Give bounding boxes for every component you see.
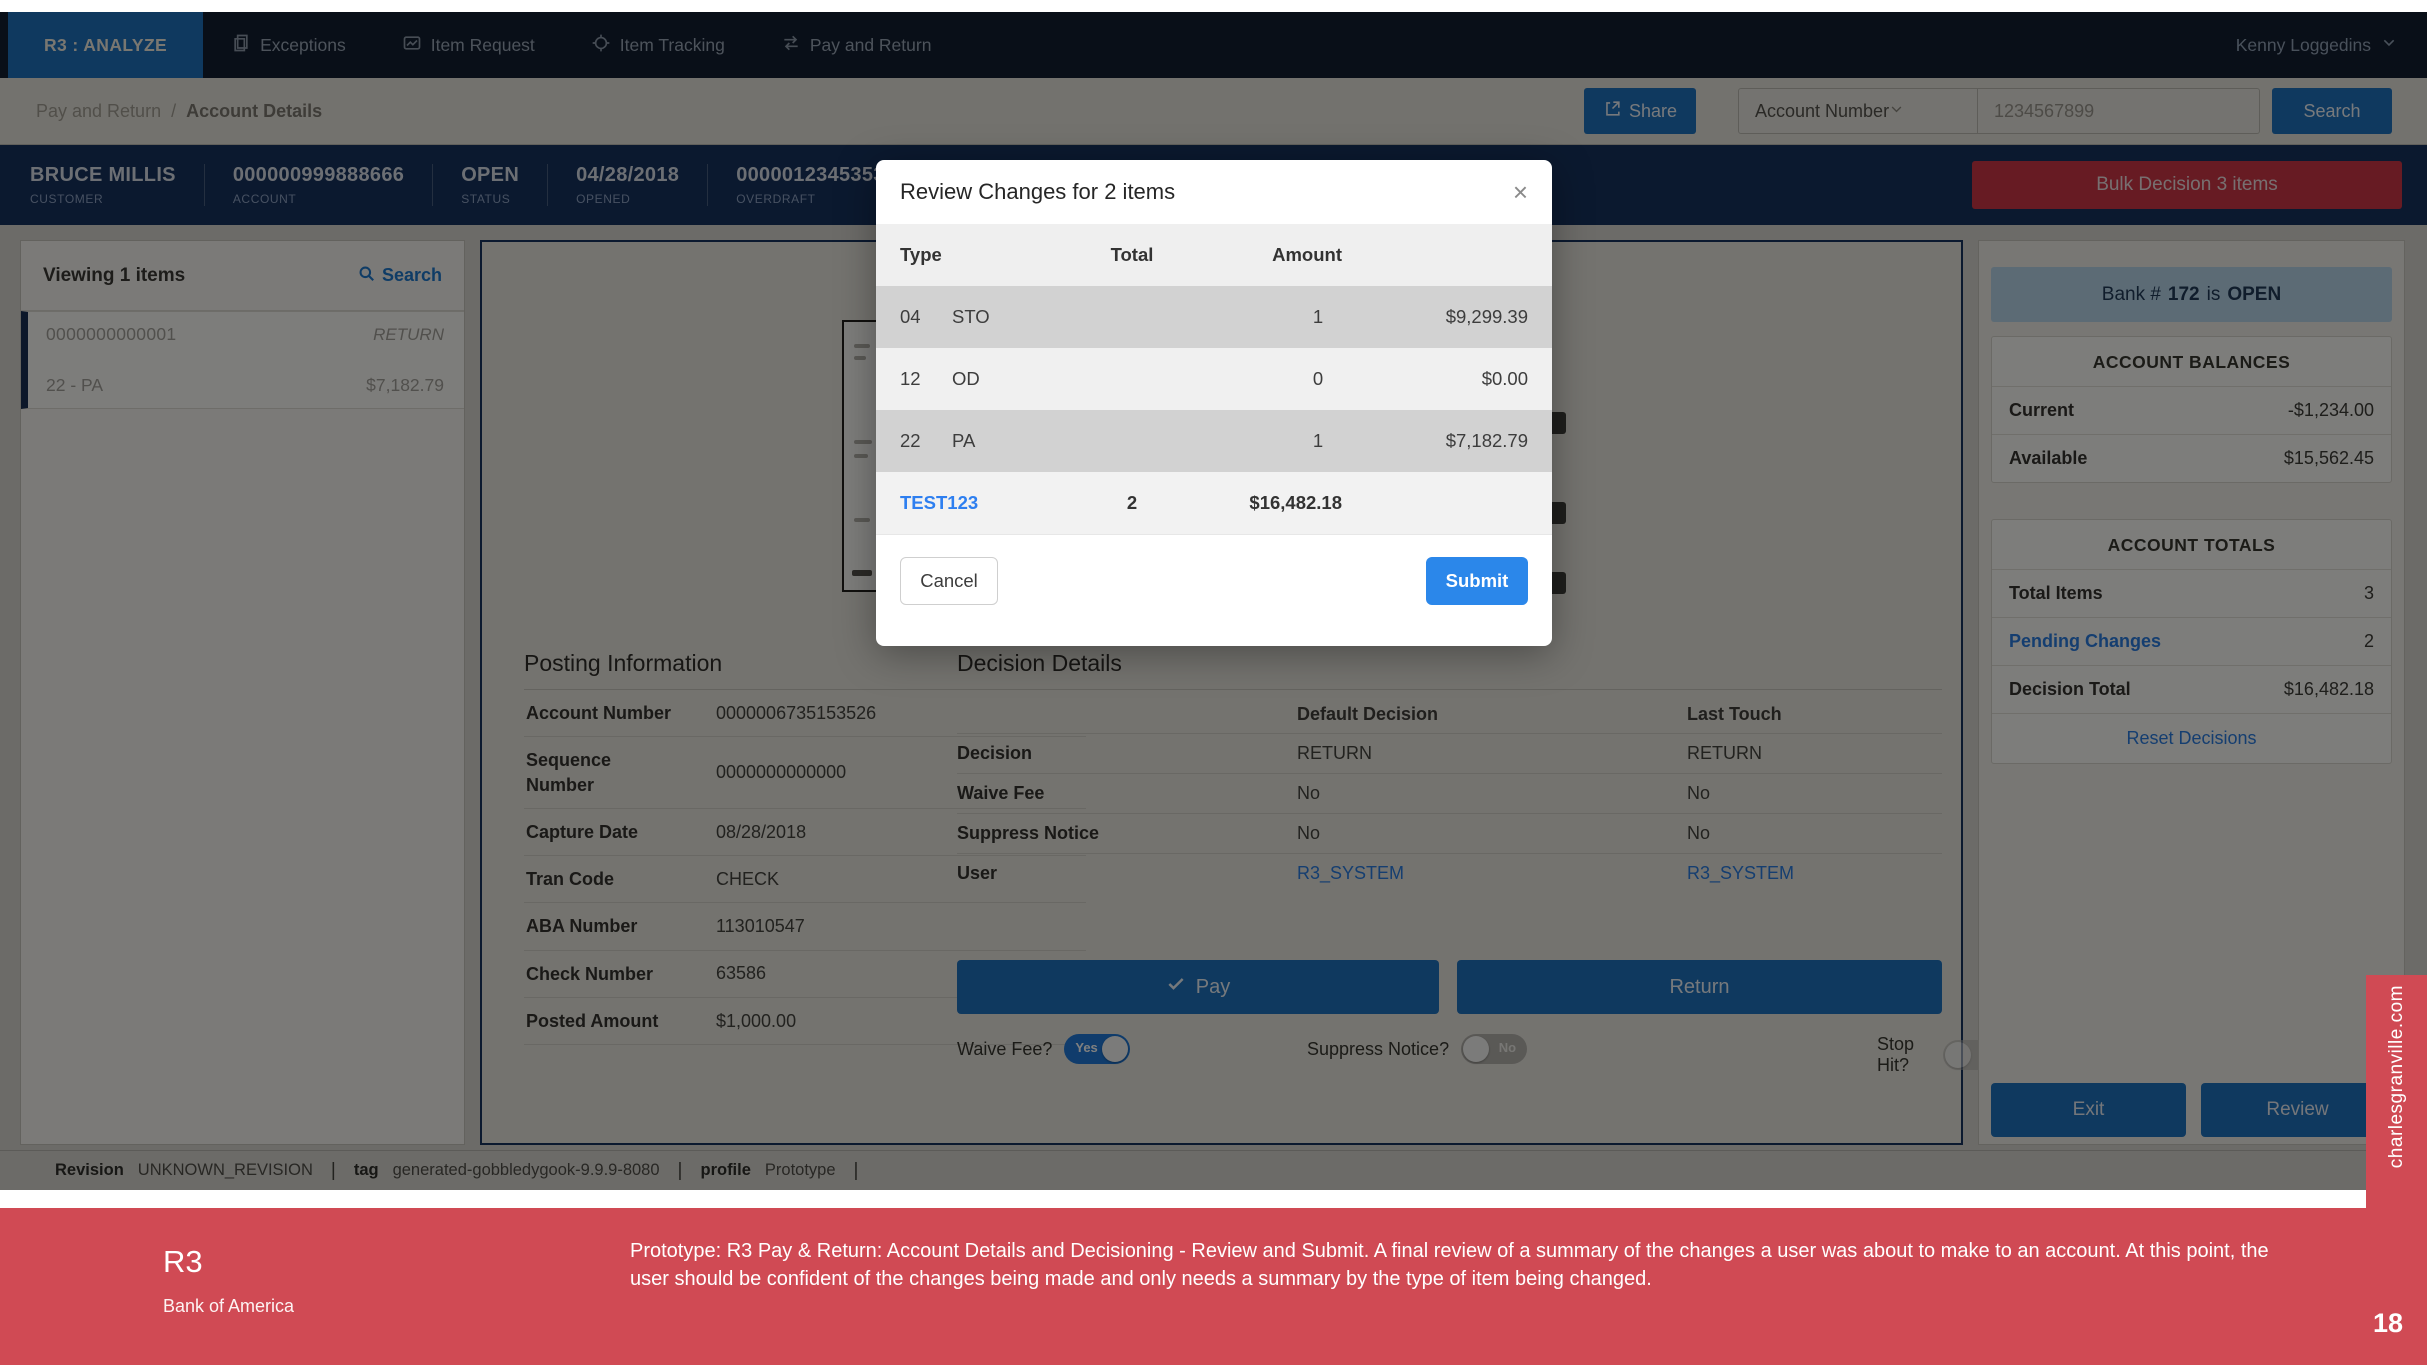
- column-type: Type: [900, 244, 1072, 266]
- modal-table-header: Type Total Amount: [876, 224, 1552, 286]
- close-icon[interactable]: ×: [1513, 179, 1528, 205]
- row-code: 12: [900, 368, 952, 390]
- row-amount: $0.00: [1378, 368, 1528, 390]
- row-total: 1: [1258, 306, 1378, 328]
- modal-footer: Cancel Submit: [876, 534, 1552, 644]
- cancel-button[interactable]: Cancel: [900, 557, 998, 605]
- review-changes-modal: Review Changes for 2 items × Type Total …: [876, 160, 1552, 646]
- row-name: OD: [952, 368, 1258, 390]
- row-amount: $9,299.39: [1378, 306, 1528, 328]
- slide: R3 : ANALYZE Exceptions Item Request Ite…: [0, 0, 2427, 1365]
- watermark-text: charlesgranville.com: [2386, 985, 2408, 1168]
- column-amount: Amount: [1192, 244, 1342, 266]
- footer-description: Prototype: R3 Pay & Return: Account Deta…: [630, 1238, 2290, 1293]
- modal-header: Review Changes for 2 items ×: [876, 160, 1552, 224]
- submit-button[interactable]: Submit: [1426, 557, 1528, 605]
- modal-table-row: 04 STO 1 $9,299.39: [876, 286, 1552, 348]
- modal-table-row: 12 OD 0 $0.00: [876, 348, 1552, 410]
- page-number: 18: [2373, 1308, 2403, 1339]
- total-row-label-link[interactable]: TEST123: [900, 492, 1072, 514]
- row-code: 22: [900, 430, 952, 452]
- row-name: STO: [952, 306, 1258, 328]
- footer-brand: R3: [163, 1244, 203, 1280]
- slide-footer: R3 Bank of America Prototype: R3 Pay & R…: [0, 1208, 2427, 1365]
- watermark-strip: charlesgranville.com: [2366, 975, 2427, 1365]
- row-code: 04: [900, 306, 952, 328]
- column-total: Total: [1072, 244, 1192, 266]
- row-name: PA: [952, 430, 1258, 452]
- row-total: 1: [1258, 430, 1378, 452]
- modal-total-row: TEST123 2 $16,482.18: [876, 472, 1552, 534]
- modal-title: Review Changes for 2 items: [900, 179, 1175, 205]
- total-row-total: 2: [1072, 492, 1192, 514]
- footer-company: Bank of America: [163, 1296, 294, 1317]
- row-amount: $7,182.79: [1378, 430, 1528, 452]
- total-row-amount: $16,482.18: [1192, 492, 1342, 514]
- modal-table-row: 22 PA 1 $7,182.79: [876, 410, 1552, 472]
- row-total: 0: [1258, 368, 1378, 390]
